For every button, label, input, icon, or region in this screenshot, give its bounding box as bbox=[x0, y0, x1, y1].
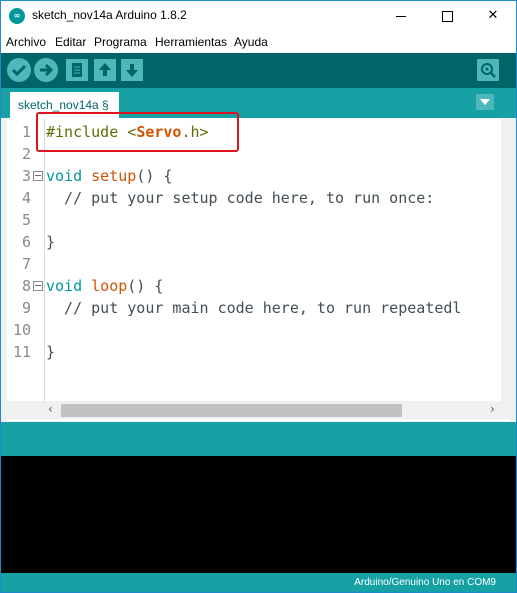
tab-menu-button[interactable] bbox=[476, 94, 494, 110]
chevron-down-icon bbox=[480, 99, 490, 105]
line-number: 9 bbox=[21, 299, 31, 317]
code-line[interactable]: 7 bbox=[7, 253, 487, 275]
code-token: // put your main code here, to run repea… bbox=[46, 299, 462, 317]
line-number: 7 bbox=[21, 255, 31, 273]
verify-icon bbox=[11, 64, 27, 77]
minimize-button[interactable] bbox=[378, 1, 424, 31]
code-line[interactable]: 9 // put your main code here, to run rep… bbox=[7, 297, 487, 319]
open-icon bbox=[99, 63, 111, 76]
upload-icon bbox=[40, 63, 54, 77]
toolbar bbox=[1, 53, 516, 88]
arduino-logo-icon: ∞ bbox=[9, 8, 25, 24]
code-line[interactable]: 11} bbox=[7, 341, 487, 363]
console-output[interactable] bbox=[1, 456, 516, 573]
upload-button[interactable] bbox=[34, 58, 58, 82]
message-area bbox=[1, 422, 516, 456]
code-token: void bbox=[46, 277, 83, 295]
line-number: 4 bbox=[21, 189, 31, 207]
code-token: () { bbox=[127, 277, 164, 295]
fold-toggle-icon[interactable] bbox=[33, 171, 43, 181]
menu-archivo[interactable]: Archivo bbox=[6, 35, 46, 49]
menu-bar: Archivo Editar Programa Herramientas Ayu… bbox=[1, 31, 516, 53]
line-number: 1 bbox=[21, 123, 31, 141]
status-bar: Arduino/Genuino Uno en COM9 bbox=[1, 573, 516, 592]
window-title: sketch_nov14a Arduino 1.8.2 bbox=[32, 8, 187, 22]
maximize-button[interactable] bbox=[424, 1, 470, 31]
horizontal-scrollbar[interactable]: ‹ › bbox=[7, 401, 510, 419]
code-line[interactable]: 5 bbox=[7, 209, 487, 231]
minimize-icon bbox=[396, 16, 406, 17]
code-text: void loop() { bbox=[46, 275, 163, 297]
code-text: // put your main code here, to run repea… bbox=[46, 297, 461, 319]
code-line[interactable]: 3 void setup() { bbox=[7, 165, 487, 187]
save-icon bbox=[126, 64, 138, 77]
serial-monitor-icon bbox=[481, 63, 496, 78]
code-token: () { bbox=[136, 167, 173, 185]
line-number: 5 bbox=[21, 211, 31, 229]
line-number: 11 bbox=[12, 343, 31, 361]
code-line[interactable]: 6} bbox=[7, 231, 487, 253]
maximize-icon bbox=[442, 11, 453, 22]
save-button[interactable] bbox=[121, 59, 143, 81]
code-editor[interactable]: 1 #include <Servo.h> 2 3 void setup() {4 // … bbox=[7, 118, 510, 421]
close-button[interactable]: ✕ bbox=[470, 1, 516, 31]
line-number: 10 bbox=[12, 321, 31, 339]
verify-button[interactable] bbox=[7, 58, 31, 82]
code-text: } bbox=[46, 341, 55, 363]
code-token: loop bbox=[91, 277, 128, 295]
menu-programa[interactable]: Programa bbox=[94, 35, 147, 49]
horizontal-scroll-thumb[interactable] bbox=[61, 404, 402, 417]
include-highlight-box bbox=[36, 112, 239, 152]
line-number: 8 bbox=[21, 277, 31, 295]
line-number: 6 bbox=[21, 233, 31, 251]
code-text: // put your setup code here, to run once… bbox=[46, 187, 434, 209]
board-status: Arduino/Genuino Uno en COM9 bbox=[354, 577, 496, 588]
line-number: 3 bbox=[21, 167, 31, 185]
code-token: } bbox=[46, 343, 56, 361]
code-text: void setup() { bbox=[46, 165, 172, 187]
code-token: // put your setup code here, to run once… bbox=[46, 189, 435, 207]
code-line[interactable]: 4 // put your setup code here, to run on… bbox=[7, 187, 487, 209]
serial-monitor-button[interactable] bbox=[477, 59, 499, 81]
scroll-right-icon[interactable]: › bbox=[490, 402, 495, 416]
close-icon: ✕ bbox=[487, 8, 499, 23]
menu-editar[interactable]: Editar bbox=[55, 35, 86, 49]
menu-herramientas[interactable]: Herramientas bbox=[155, 35, 227, 49]
code-line[interactable]: 8 void loop() { bbox=[7, 275, 487, 297]
code-text: } bbox=[46, 231, 55, 253]
scroll-left-icon[interactable]: ‹ bbox=[48, 402, 53, 416]
vertical-scrollbar[interactable] bbox=[501, 118, 510, 401]
code-line[interactable]: 10 bbox=[7, 319, 487, 341]
new-icon bbox=[72, 63, 82, 77]
line-number: 2 bbox=[21, 145, 31, 163]
title-bar[interactable]: ∞ sketch_nov14a Arduino 1.8.2 ✕ bbox=[1, 1, 516, 31]
fold-toggle-icon[interactable] bbox=[33, 281, 43, 291]
code-token: } bbox=[46, 233, 56, 251]
code-token: setup bbox=[91, 167, 137, 185]
code-token: void bbox=[46, 167, 83, 185]
new-button[interactable] bbox=[66, 59, 88, 81]
open-button[interactable] bbox=[94, 59, 116, 81]
menu-ayuda[interactable]: Ayuda bbox=[234, 35, 268, 49]
arduino-window: ∞ sketch_nov14a Arduino 1.8.2 ✕ Archivo … bbox=[0, 0, 517, 593]
